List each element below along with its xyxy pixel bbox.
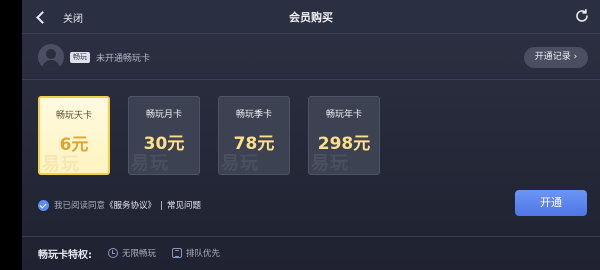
refresh-icon[interactable]	[574, 8, 590, 24]
agreement-row: 我已阅读同意 《服务协议》 常见问题	[38, 199, 201, 211]
agreement-checkbox[interactable]	[38, 199, 49, 211]
divider	[22, 236, 600, 237]
purchase-history-button[interactable]: 开通记录 ›	[524, 47, 588, 68]
plan-name: 畅玩年卡	[325, 110, 362, 120]
activate-button[interactable]: 开通	[515, 190, 587, 216]
header-bar: 关闭 会员购买	[22, 0, 600, 34]
purchase-panel: 关闭 会员购买 畅玩 未开通畅玩卡 开通记录 › 畅玩天卡 6元 易玩 畅玩月卡	[22, 0, 600, 270]
page-title: 会员购买	[289, 11, 333, 24]
plan-name: 畅玩季卡	[235, 110, 272, 120]
queue-icon	[172, 248, 183, 258]
clock-icon	[108, 248, 118, 258]
agreement-prefix: 我已阅读同意	[54, 201, 106, 211]
perk-label: 排队优先	[186, 249, 221, 259]
perk-label: 无限畅玩	[122, 249, 157, 259]
plan-name: 畅玩天卡	[55, 111, 92, 121]
perk-item: 无限畅玩	[108, 247, 156, 259]
service-agreement-link[interactable]: 《服务协议》	[105, 199, 156, 211]
membership-status: 未开通畅玩卡	[96, 54, 151, 64]
faq-link[interactable]: 常见问题	[167, 199, 201, 211]
user-info-row: 畅玩 未开通畅玩卡 开通记录 ›	[34, 44, 588, 70]
plan-card-day[interactable]: 畅玩天卡 6元 易玩	[38, 96, 110, 175]
avatar-body-shape	[42, 60, 60, 70]
plan-card-month[interactable]: 畅玩月卡 30元 易玩	[128, 96, 200, 175]
perks-row: 畅玩卡特权: 无限畅玩 排队优先	[38, 246, 236, 261]
plan-card-quarter[interactable]: 畅玩季卡 78元 易玩	[218, 96, 290, 175]
card-watermark: 易玩	[221, 153, 259, 174]
avatar	[38, 44, 64, 70]
perks-title: 畅玩卡特权:	[38, 249, 92, 261]
separator	[161, 200, 163, 210]
plan-card-year[interactable]: 畅玩年卡 298元 易玩	[308, 96, 380, 175]
card-watermark: 易玩	[131, 153, 169, 174]
screen: 关闭 会员购买 畅玩 未开通畅玩卡 开通记录 › 畅玩天卡 6元 易玩 畅玩月卡	[0, 0, 600, 270]
plan-name: 畅玩月卡	[145, 110, 182, 120]
avatar-head-shape	[46, 49, 56, 59]
perk-item: 排队优先	[172, 247, 220, 259]
card-watermark: 易玩	[311, 153, 349, 174]
card-watermark: 易玩	[42, 154, 80, 175]
membership-badge: 畅玩	[70, 52, 90, 63]
divider	[22, 79, 600, 80]
